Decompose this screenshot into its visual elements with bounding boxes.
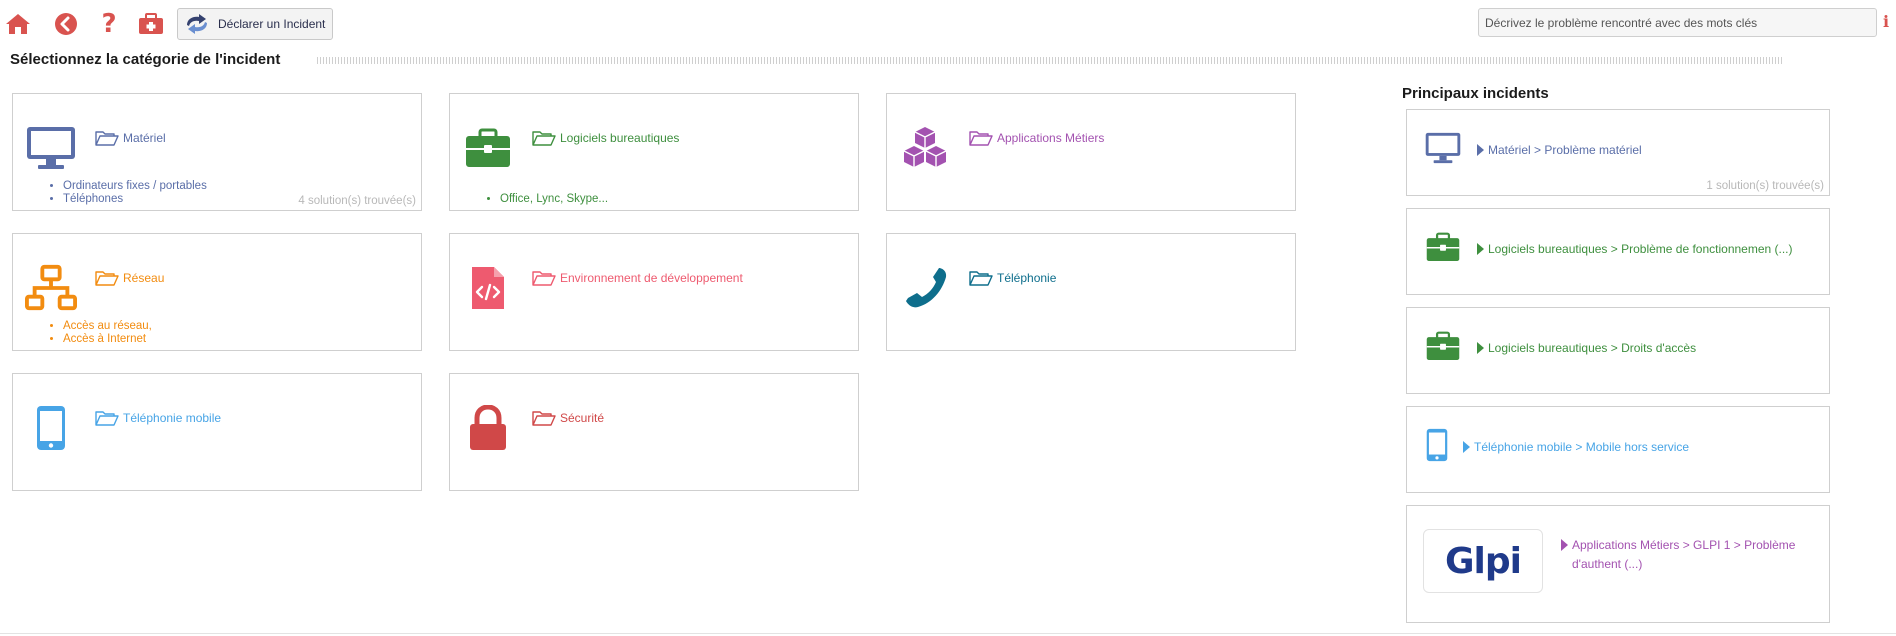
category-name[interactable]: Matériel	[95, 130, 166, 146]
category-items: Office, Lync, Skype...	[500, 193, 608, 206]
glpi-logo: Glpi	[1423, 529, 1543, 593]
top-incident-link[interactable]: Téléphonie mobile > Mobile hors service	[1463, 438, 1689, 457]
medkit-icon[interactable]	[136, 10, 166, 38]
cubes-icon	[899, 122, 951, 174]
top-incident-item[interactable]: Glpi Applications Métiers > GLPI 1 > Pro…	[1406, 505, 1830, 623]
network-icon	[25, 262, 77, 314]
caret-right-icon	[1561, 539, 1568, 551]
category-card-environnement-developpement[interactable]: Environnement de développement	[449, 233, 859, 351]
caret-right-icon	[1477, 243, 1484, 255]
folder-open-icon	[95, 271, 119, 286]
category-card-telephonie[interactable]: Téléphonie	[886, 233, 1296, 351]
phone-icon	[899, 262, 951, 314]
page-title: Sélectionnez la catégorie de l'incident	[10, 51, 281, 68]
list-item: Office, Lync, Skype...	[500, 193, 608, 206]
category-name[interactable]: Réseau	[95, 270, 164, 286]
category-name[interactable]: Sécurité	[532, 410, 604, 426]
category-items: Ordinateurs fixes / portables Téléphones	[63, 180, 207, 206]
folder-open-icon	[95, 131, 119, 146]
top-incidents-title: Principaux incidents	[1402, 85, 1549, 102]
folder-open-icon	[969, 131, 993, 146]
top-incident-link[interactable]: Logiciels bureautiques > Problème de fon…	[1477, 240, 1793, 259]
category-card-reseau[interactable]: Réseau Accès au réseau, Accès à Internet	[12, 233, 422, 351]
caret-right-icon	[1477, 144, 1484, 156]
solutions-count: 4 solution(s) trouvée(s)	[298, 195, 416, 207]
briefcase-icon	[462, 122, 514, 174]
declare-incident-label: Déclarer un Incident	[218, 17, 326, 31]
top-incident-link[interactable]: Logiciels bureautiques > Droits d'accès	[1477, 339, 1696, 358]
monitor-icon	[1417, 122, 1469, 174]
caret-right-icon	[1463, 441, 1470, 453]
monitor-icon	[25, 122, 77, 174]
help-icon[interactable]: ?	[94, 9, 124, 39]
caret-right-icon	[1477, 342, 1484, 354]
info-icon[interactable]: i	[1883, 12, 1895, 32]
folder-open-icon	[95, 411, 119, 426]
home-icon[interactable]	[3, 10, 33, 38]
solutions-count: 1 solution(s) trouvée(s)	[1706, 180, 1824, 192]
top-incident-item[interactable]: Logiciels bureautiques > Problème de fon…	[1406, 208, 1830, 295]
lock-icon	[462, 402, 514, 454]
top-incident-link[interactable]: Applications Métiers > GLPI 1 > Problème…	[1561, 536, 1825, 574]
top-incident-item[interactable]: Logiciels bureautiques > Droits d'accès	[1406, 307, 1830, 394]
title-divider	[317, 57, 1783, 64]
category-name[interactable]: Logiciels bureautiques	[532, 130, 679, 146]
mobile-icon	[25, 402, 77, 454]
category-items: Accès au réseau, Accès à Internet	[63, 320, 152, 346]
list-item: Accès au réseau,	[63, 320, 152, 333]
toolbar: ? Déclarer un Incident i	[0, 0, 1896, 48]
category-card-materiel[interactable]: Matériel Ordinateurs fixes / portables T…	[12, 93, 422, 211]
back-icon[interactable]	[51, 10, 81, 38]
category-name[interactable]: Environnement de développement	[532, 270, 743, 286]
declare-incident-button[interactable]: Déclarer un Incident	[177, 8, 333, 40]
category-card-logiciels-bureautiques[interactable]: Logiciels bureautiques Office, Lync, Sky…	[449, 93, 859, 211]
category-name[interactable]: Téléphonie mobile	[95, 410, 221, 426]
category-card-telephonie-mobile[interactable]: Téléphonie mobile	[12, 373, 422, 491]
briefcase-icon	[1417, 221, 1469, 273]
category-card-applications-metiers[interactable]: Applications Métiers	[886, 93, 1296, 211]
folder-open-icon	[532, 131, 556, 146]
folder-open-icon	[532, 411, 556, 426]
mobile-icon	[1411, 419, 1463, 471]
category-card-securite[interactable]: Sécurité	[449, 373, 859, 491]
folder-open-icon	[969, 271, 993, 286]
top-incident-link[interactable]: Matériel > Problème matériel	[1477, 141, 1642, 160]
declare-incident-icon	[187, 14, 207, 34]
folder-open-icon	[532, 271, 556, 286]
top-incident-item[interactable]: Matériel > Problème matériel 1 solution(…	[1406, 109, 1830, 196]
category-name[interactable]: Applications Métiers	[969, 130, 1104, 146]
search-input[interactable]	[1478, 8, 1877, 37]
code-file-icon	[462, 262, 514, 314]
briefcase-icon	[1417, 320, 1469, 372]
list-item: Téléphones	[63, 193, 207, 206]
list-item: Accès à Internet	[63, 333, 152, 346]
list-item: Ordinateurs fixes / portables	[63, 180, 207, 193]
category-name[interactable]: Téléphonie	[969, 270, 1056, 286]
top-incident-item[interactable]: Téléphonie mobile > Mobile hors service	[1406, 406, 1830, 493]
bottom-divider	[0, 633, 1896, 634]
